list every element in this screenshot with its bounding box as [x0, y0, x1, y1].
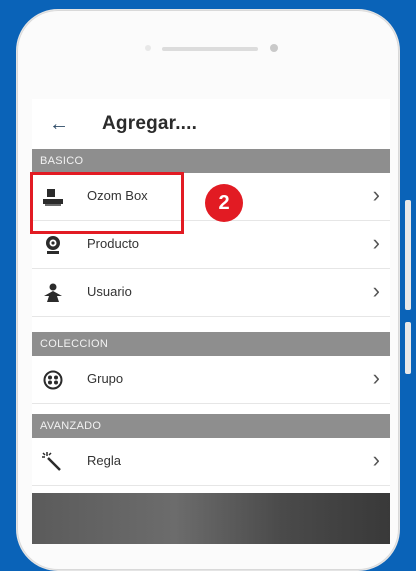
highlight-box: [30, 172, 184, 234]
chevron-right-icon: ›: [372, 278, 380, 303]
chevron-right-icon: ›: [372, 182, 380, 207]
step-badge: 2: [205, 184, 243, 222]
chevron-right-icon: ›: [372, 230, 380, 255]
phone-side-button: [405, 200, 411, 310]
list-item-regla[interactable]: Regla ›: [32, 438, 390, 486]
phone-sensor: [145, 45, 151, 51]
list-item-label: Producto: [87, 236, 140, 251]
chevron-right-icon: ›: [372, 365, 380, 390]
back-arrow-icon[interactable]: ←: [46, 111, 72, 137]
page-title: Agregar....: [102, 113, 198, 134]
phone-side-button: [405, 322, 411, 374]
section-header-basico: BASICO: [32, 149, 390, 173]
user-icon: [44, 283, 62, 302]
group-icon: [43, 370, 63, 390]
phone-speaker: [162, 47, 258, 51]
camera-icon: [46, 236, 60, 254]
app-screen: ← Agregar.... BASICO Ozom Box › Producto…: [32, 99, 390, 544]
background-photo: [32, 493, 390, 544]
list-item-label: Usuario: [87, 284, 132, 299]
list-item-label: Regla: [87, 453, 121, 468]
section-header-coleccion: COLECCION: [32, 332, 390, 356]
list-item-label: Grupo: [87, 371, 124, 386]
list-item-usuario[interactable]: Usuario ›: [32, 269, 390, 317]
list-item-grupo[interactable]: Grupo ›: [32, 356, 390, 404]
section-header-avanzado: AVANZADO: [32, 414, 390, 438]
chevron-right-icon: ›: [372, 447, 380, 472]
app-bar: ← Agregar....: [32, 99, 390, 149]
magic-wand-icon: [42, 452, 61, 471]
phone-camera: [270, 44, 278, 52]
